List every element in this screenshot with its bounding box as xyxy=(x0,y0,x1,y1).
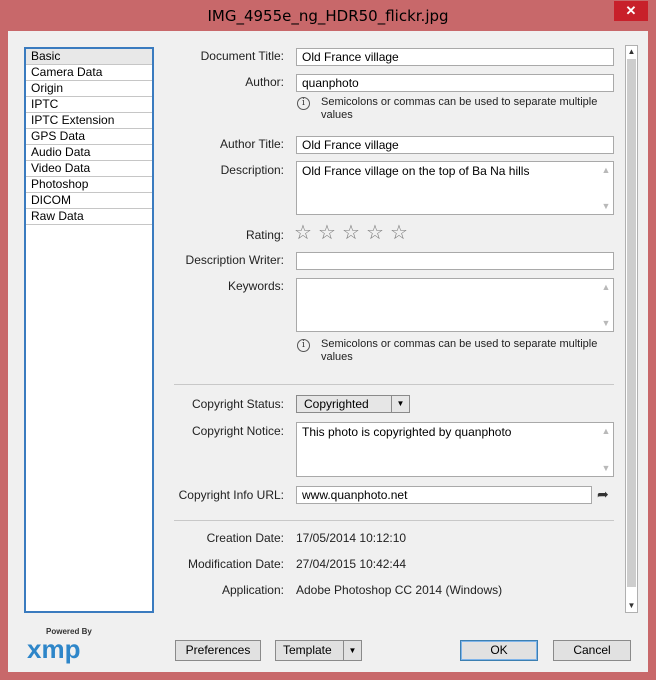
cancel-button[interactable]: Cancel xyxy=(553,640,631,661)
author-label: Author: xyxy=(245,75,284,89)
info-icon: i xyxy=(297,97,310,110)
category-item-photoshop[interactable]: Photoshop xyxy=(26,177,152,193)
author-title-label: Author Title: xyxy=(219,137,284,151)
rating-stars: ☆ ☆ ☆ ☆ ☆ xyxy=(294,223,414,243)
keywords-textarea[interactable]: ▲ ▼ xyxy=(296,278,614,332)
scroll-down-icon[interactable]: ▼ xyxy=(601,201,611,211)
scroll-down-icon[interactable]: ▼ xyxy=(601,318,611,328)
description-text: Old France village on the top of Ba Na h… xyxy=(302,164,530,178)
category-item-iptc[interactable]: IPTC xyxy=(26,97,152,113)
scroll-up-icon[interactable]: ▲ xyxy=(601,282,611,292)
application-label: Application: xyxy=(221,583,284,597)
scrollbar-thumb[interactable] xyxy=(627,59,636,587)
copyright-notice-textarea[interactable]: This photo is copyrighted by quanphoto ▲… xyxy=(296,422,614,477)
creation-date-value: 17/05/2014 10:12:10 xyxy=(296,531,407,545)
ok-button[interactable]: OK xyxy=(460,640,538,661)
share-arrow-icon[interactable]: ➦ xyxy=(597,486,609,503)
modification-date-label: Modification Date: xyxy=(187,557,284,571)
chevron-down-icon[interactable]: ▼ xyxy=(343,641,361,660)
scroll-down-icon[interactable]: ▼ xyxy=(601,463,611,473)
document-title-input[interactable]: Old France village xyxy=(296,48,614,66)
author-input[interactable]: quanphoto xyxy=(296,74,614,92)
preferences-button[interactable]: Preferences xyxy=(175,640,261,661)
copyright-status-select[interactable]: Copyrighted ▼ xyxy=(296,395,410,413)
copyright-url-label: Copyright Info URL: xyxy=(178,488,284,502)
section-divider xyxy=(174,384,614,385)
star-icon[interactable]: ☆ xyxy=(390,223,414,243)
category-item-iptc-extension[interactable]: IPTC Extension xyxy=(26,113,152,129)
star-icon[interactable]: ☆ xyxy=(342,223,366,243)
modification-date-value: 27/04/2015 10:42:44 xyxy=(296,557,407,571)
scroll-down-icon[interactable]: ▼ xyxy=(626,600,637,612)
textarea-scrollbar[interactable]: ▲ ▼ xyxy=(601,282,611,328)
author-hint-text: Semicolons or commas can be used to sepa… xyxy=(321,96,598,121)
copyright-notice-label: Copyright Notice: xyxy=(191,424,284,438)
close-button[interactable]: ✕ xyxy=(614,1,648,21)
dialog-client-area: Basic Camera Data Origin IPTC IPTC Exten… xyxy=(8,31,648,672)
window-title: IMG_4955e_ng_HDR50_flickr.jpg xyxy=(207,7,449,25)
xmp-logo-text: xmp xyxy=(27,634,81,664)
rating-label: Rating: xyxy=(245,228,284,242)
category-item-dicom[interactable]: DICOM xyxy=(26,193,152,209)
chevron-down-icon: ▼ xyxy=(391,396,409,412)
copyright-status-label: Copyright Status: xyxy=(191,397,284,411)
star-icon[interactable]: ☆ xyxy=(366,223,390,243)
application-value: Adobe Photoshop CC 2014 (Windows) xyxy=(296,583,503,597)
category-list: Basic Camera Data Origin IPTC IPTC Exten… xyxy=(24,47,154,613)
scroll-up-icon[interactable]: ▲ xyxy=(626,46,637,58)
textarea-scrollbar[interactable]: ▲ ▼ xyxy=(601,165,611,211)
copyright-status-value: Copyrighted xyxy=(304,397,369,411)
description-label: Description: xyxy=(220,163,284,177)
description-writer-label: Description Writer: xyxy=(185,253,284,267)
template-button[interactable]: Template ▼ xyxy=(275,640,362,661)
section-divider xyxy=(174,520,614,521)
category-item-raw-data[interactable]: Raw Data xyxy=(26,209,152,225)
scroll-up-icon[interactable]: ▲ xyxy=(601,426,611,436)
copyright-url-input[interactable]: www.quanphoto.net xyxy=(296,486,592,504)
creation-date-label: Creation Date: xyxy=(206,531,284,545)
document-title-label: Document Title: xyxy=(200,49,284,63)
scroll-up-icon[interactable]: ▲ xyxy=(601,165,611,175)
star-icon[interactable]: ☆ xyxy=(318,223,342,243)
keywords-label: Keywords: xyxy=(227,279,284,293)
template-button-label: Template xyxy=(283,643,332,657)
main-scrollbar[interactable]: ▲ ▼ xyxy=(625,45,638,613)
description-writer-input[interactable] xyxy=(296,252,614,270)
xmp-logo: Powered By xmp xyxy=(27,627,107,667)
info-icon: i xyxy=(297,339,310,352)
author-title-input[interactable]: Old France village xyxy=(296,136,614,154)
copyright-notice-text: This photo is copyrighted by quanphoto xyxy=(302,425,512,439)
star-icon[interactable]: ☆ xyxy=(294,223,318,243)
description-textarea[interactable]: Old France village on the top of Ba Na h… xyxy=(296,161,614,215)
textarea-scrollbar[interactable]: ▲ ▼ xyxy=(601,426,611,473)
file-info-window: IMG_4955e_ng_HDR50_flickr.jpg ✕ Basic Ca… xyxy=(0,0,656,680)
keywords-hint-text: Semicolons or commas can be used to sepa… xyxy=(321,338,598,363)
